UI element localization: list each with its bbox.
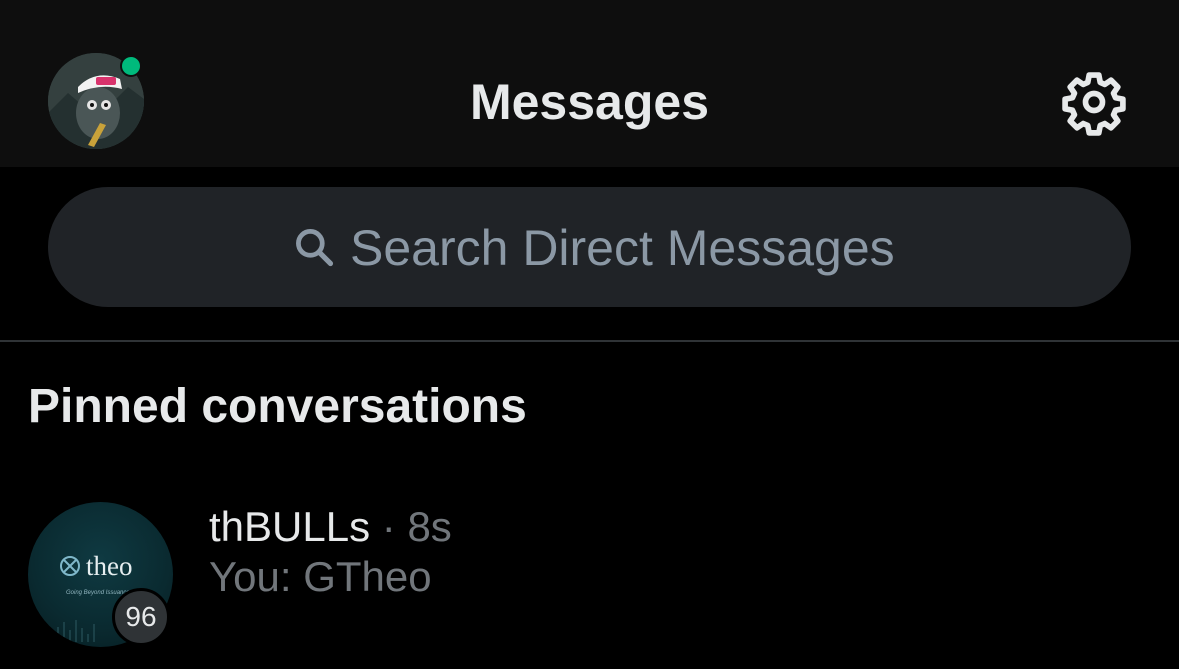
logo-text: theo	[86, 551, 133, 581]
settings-button[interactable]	[1060, 68, 1128, 136]
gear-icon	[1062, 72, 1126, 136]
conversation-name: thBULLs	[209, 503, 371, 550]
conversation-timestamp: 8s	[407, 503, 452, 550]
page-title: Messages	[469, 74, 710, 130]
conversation-title-line: thBULLs · 8s	[209, 502, 452, 552]
search-icon	[292, 225, 336, 269]
divider	[0, 340, 1179, 342]
message-count-badge: 96	[112, 588, 170, 646]
conversation-preview: You: GTheo	[209, 553, 432, 600]
search-placeholder: Search Direct Messages	[350, 220, 895, 276]
conversation-row[interactable]	[0, 480, 1179, 669]
section-title-pinned: Pinned conversations	[28, 380, 527, 433]
separator-dot: ·	[381, 503, 396, 550]
